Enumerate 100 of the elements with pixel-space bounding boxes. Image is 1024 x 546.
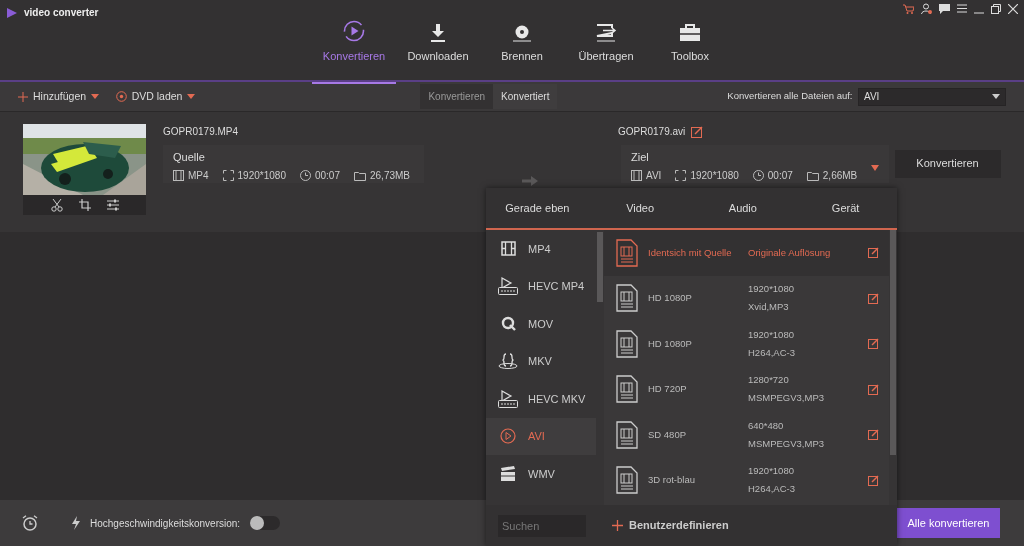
alarm-icon[interactable] [22, 515, 38, 531]
edit-icon[interactable] [690, 125, 703, 138]
file-icon [616, 284, 638, 313]
format-item[interactable]: MP4 [486, 230, 596, 268]
speed-toggle[interactable] [250, 516, 281, 530]
preset-detail: 1280*720 [748, 373, 790, 387]
dvd-button[interactable]: DVD laden [115, 88, 196, 105]
preset-detail: H264,AC-3 [748, 345, 796, 360]
preset-item[interactable]: HD 1080P 1920*1080 H264,AC-3 [604, 321, 889, 367]
preset-detail: MSMPEGV3,MP3 [748, 436, 826, 451]
hevc-icon [498, 277, 518, 296]
edit-icon[interactable] [868, 338, 879, 350]
logo-icon [6, 6, 18, 19]
convert-icon [343, 19, 365, 42]
disc-icon [512, 23, 532, 42]
preset-name: 3D rot-blau [648, 473, 696, 488]
preset-item[interactable]: SD 480P 640*480 MSMPEGV3,MP3 [604, 412, 889, 458]
preset-detail: MSMPEGV3,MP3 [748, 391, 826, 406]
film-icon [173, 170, 184, 181]
edit-icon[interactable] [868, 383, 879, 395]
format-item[interactable]: MKV [486, 342, 596, 380]
duration-text: 00:07 [314, 169, 340, 183]
edit-icon[interactable] [868, 247, 879, 259]
nav-tab[interactable]: Übertragen [564, 0, 648, 84]
custom-button[interactable]: Benutzerdefinieren [606, 516, 735, 535]
info-label: Quelle [173, 149, 206, 165]
nav-tab[interactable]: Downloaden [396, 0, 480, 84]
play-circle-icon [500, 428, 516, 445]
preset-detail: 1920*1080 [748, 282, 795, 296]
preset-name: HD 1080P [648, 291, 693, 306]
edit-icon[interactable] [868, 429, 879, 441]
caret-icon [992, 94, 1000, 99]
scrollbar-thumb[interactable] [890, 230, 896, 455]
size-text: 26,73MB [370, 169, 410, 183]
preset-detail: Xvid,MP3 [748, 300, 790, 315]
format-item[interactable]: WMV [486, 455, 596, 493]
nav-tab[interactable]: Brennen [480, 0, 564, 84]
crop-icon[interactable] [78, 199, 91, 211]
caret-icon [187, 94, 196, 99]
format-item[interactable]: HEVC MKV [486, 380, 596, 418]
resolution-text: 1920*1080 [690, 169, 739, 183]
format-item[interactable]: HEVC MP4 [486, 267, 596, 305]
search-field[interactable]: Suchen [498, 514, 586, 537]
file-icon [616, 375, 638, 404]
info-label: Ziel [631, 149, 650, 165]
dropdown-caret-icon[interactable] [871, 164, 879, 171]
preset-name: Identsich mit Quelle [648, 245, 733, 260]
preset-item[interactable]: 3D rot-blau 1920*1080 H264,AC-3 [604, 457, 889, 503]
restore-icon[interactable] [991, 3, 1001, 14]
resize-icon [222, 170, 234, 181]
q-icon [500, 316, 516, 332]
preset-detail: 640*480 [748, 418, 785, 433]
edit-icon[interactable] [868, 292, 879, 304]
category-tab[interactable]: Gerade eben [486, 188, 589, 228]
add-button[interactable]: Hinzufügen [18, 88, 100, 105]
app-title: video converter [24, 6, 99, 20]
category-tab[interactable]: Audio [691, 188, 795, 228]
download-icon [429, 23, 447, 42]
preset-name: SD 480P [648, 427, 688, 442]
resolution-text: 1920*1080 [237, 169, 286, 183]
cart-icon[interactable] [903, 3, 914, 14]
toolbox-icon [679, 23, 701, 42]
film-icon [631, 170, 642, 181]
category-tab[interactable]: Gerät [794, 188, 897, 228]
film-icon [500, 241, 516, 257]
segment-tab[interactable]: Konvertiert [493, 84, 558, 109]
target-format-label: Konvertieren alle Dateien auf: [727, 89, 853, 104]
preset-item[interactable]: Identsich mit Quelle Originale Auflösung [604, 230, 889, 276]
braces-icon [498, 353, 518, 370]
category-tab[interactable]: Video [588, 188, 692, 228]
file-icon [616, 329, 638, 358]
format-text: AVI [646, 169, 662, 183]
convert-button[interactable]: Konvertieren [894, 149, 1001, 178]
resize-icon [675, 170, 687, 181]
plus-icon [612, 520, 623, 531]
segment-tab[interactable]: Konvertieren [420, 84, 494, 109]
folder-icon [354, 170, 366, 181]
preset-name: HD 720P [648, 382, 688, 397]
user-icon[interactable] [921, 3, 932, 14]
speed-label: Hochgeschwindigkeitskonversion: [90, 516, 241, 531]
file-name: GOPR0179.MP4 [163, 125, 240, 139]
file-icon [616, 466, 638, 495]
preset-detail: H264,AC-3 [748, 482, 796, 497]
edit-icon[interactable] [868, 474, 879, 486]
size-text: 2,66MB [822, 169, 858, 183]
menu-icon[interactable] [957, 4, 967, 13]
format-item[interactable]: MOV [486, 305, 596, 343]
folder-icon [806, 170, 819, 181]
preset-item[interactable]: HD 720P 1280*720 MSMPEGV3,MP3 [604, 366, 889, 412]
format-select[interactable]: AVI [858, 87, 1006, 106]
scrollbar-thumb[interactable] [597, 232, 603, 302]
scissors-icon[interactable] [50, 198, 63, 212]
file-name: GOPR0179.avi [618, 125, 686, 139]
sliders-icon[interactable] [106, 199, 119, 211]
close-icon[interactable] [1008, 3, 1018, 14]
convert-all-button[interactable]: Alle konvertieren [897, 508, 1000, 538]
format-text: MP4 [188, 169, 209, 183]
caret-icon [91, 94, 100, 99]
preset-item[interactable]: HD 1080P 1920*1080 Xvid,MP3 [604, 275, 889, 321]
chat-icon[interactable] [939, 3, 950, 14]
